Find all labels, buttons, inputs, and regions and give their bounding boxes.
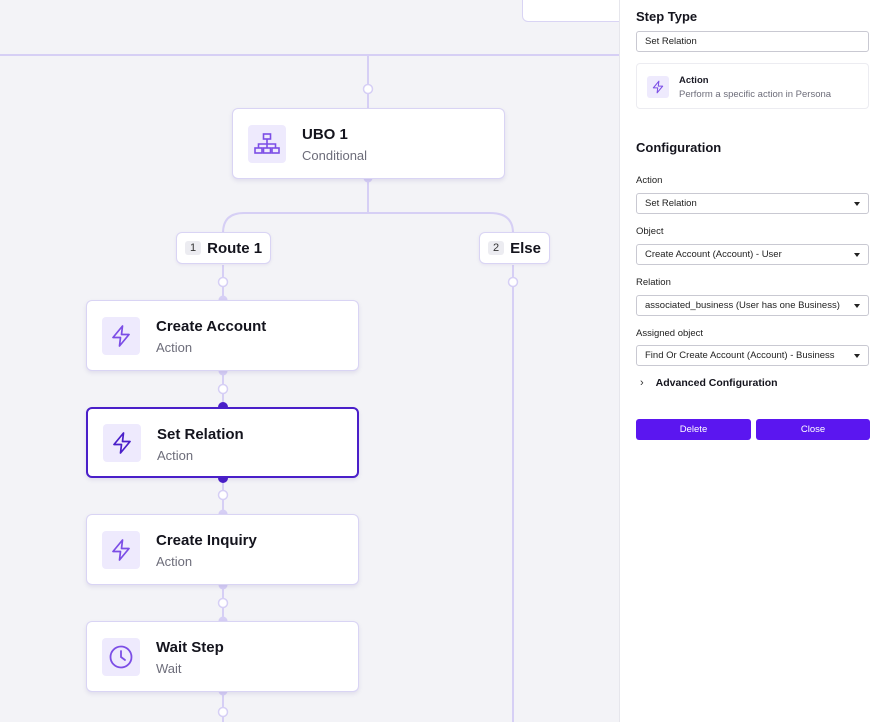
node-create-account[interactable]: Create Account Action: [86, 300, 359, 371]
node-subtitle: Action: [157, 448, 194, 463]
node-subtitle: Wait: [156, 661, 182, 676]
configuration-heading: Configuration: [636, 140, 722, 155]
node-title: Set Relation: [157, 426, 244, 443]
node-create-inquiry[interactable]: Create Inquiry Action: [86, 514, 359, 585]
object-select[interactable]: Create Account (Account) - User: [636, 244, 869, 265]
node-subtitle: Action: [156, 554, 193, 569]
step-type-heading: Step Type: [636, 9, 698, 24]
sitemap-icon: [248, 124, 286, 163]
route-number: 1: [185, 241, 202, 255]
delete-button[interactable]: Delete: [636, 419, 751, 440]
node-subtitle: Conditional: [302, 148, 368, 163]
route-number: 2: [488, 241, 505, 255]
step-type-card: Action Perform a specific action in Pers…: [636, 63, 869, 109]
lightning-icon: [102, 530, 140, 569]
assigned-object-label: Assigned object: [636, 328, 704, 339]
lightning-icon: [102, 316, 140, 355]
caret-down-icon: [854, 201, 860, 206]
workflow-canvas[interactable]: UBO 1 Conditional 1 Route 1 2 Else Creat…: [0, 0, 619, 722]
node-ubo-1[interactable]: UBO 1 Conditional: [232, 108, 505, 179]
top-node-partial[interactable]: [522, 0, 619, 22]
action-label: Action: [636, 175, 663, 186]
caret-down-icon: [854, 252, 860, 257]
step-config-panel: Step Type Set Relation Action Perform a …: [619, 0, 879, 722]
close-button[interactable]: Close: [756, 419, 870, 440]
node-title: Create Inquiry: [156, 532, 257, 549]
advanced-configuration-label: Advanced Configuration: [655, 377, 778, 389]
caret-down-icon: [854, 353, 860, 358]
card-title: Action: [679, 75, 709, 86]
assigned-object-select[interactable]: Find Or Create Account (Account) - Busin…: [636, 345, 869, 366]
node-title: Create Account: [156, 318, 267, 335]
action-select[interactable]: Set Relation: [636, 193, 869, 214]
relation-label: Relation: [636, 277, 671, 288]
route-label: Route 1: [207, 239, 263, 257]
node-title: Wait Step: [156, 639, 224, 656]
card-description: Perform a specific action in Persona: [679, 89, 832, 100]
lightning-icon: [647, 76, 669, 98]
advanced-configuration-toggle[interactable]: › Advanced Configuration: [640, 377, 778, 389]
route-1-label[interactable]: 1 Route 1: [176, 232, 272, 264]
object-label: Object: [636, 226, 664, 237]
node-wait-step[interactable]: Wait Step Wait: [86, 621, 359, 692]
route-else-label[interactable]: 2 Else: [479, 232, 550, 264]
lightning-icon: [103, 423, 141, 462]
relation-select[interactable]: associated_business (User has one Busine…: [636, 295, 869, 316]
node-subtitle: Action: [156, 340, 193, 355]
object-select-value: Create Account (Account) - User: [645, 249, 782, 260]
caret-down-icon: [854, 303, 860, 308]
node-title: UBO 1: [302, 126, 348, 143]
route-label: Else: [510, 239, 541, 257]
assigned-object-select-value: Find Or Create Account (Account) - Busin…: [645, 350, 835, 361]
step-type-field[interactable]: Set Relation: [636, 31, 869, 52]
chevron-right-icon: ›: [640, 377, 644, 389]
clock-icon: [102, 637, 140, 676]
action-select-value: Set Relation: [645, 198, 697, 209]
node-set-relation[interactable]: Set Relation Action: [86, 407, 359, 478]
relation-select-value: associated_business (User has one Busine…: [645, 300, 840, 311]
